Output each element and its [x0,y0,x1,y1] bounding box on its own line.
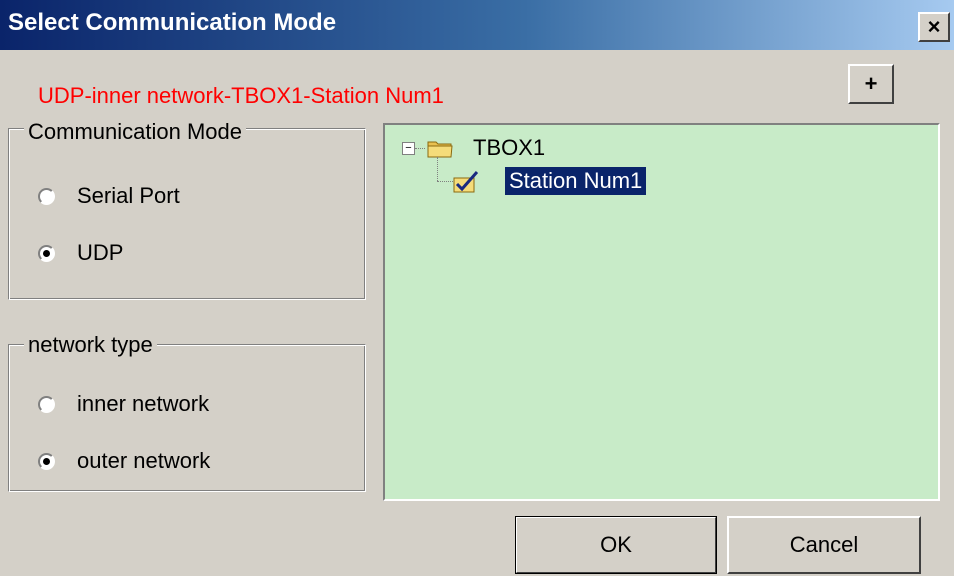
folder-icon [427,141,453,158]
window-title: Select Communication Mode [8,9,337,36]
network-type-legend: network type [24,332,157,358]
cancel-button[interactable]: Cancel [727,516,921,574]
ok-button[interactable]: OK [515,516,717,574]
radio-button[interactable] [38,244,55,262]
collapse-toggle-icon[interactable]: − [402,142,415,155]
radio-udp[interactable]: UDP [38,240,123,266]
close-button[interactable]: × [918,12,950,42]
radio-button[interactable] [38,187,55,205]
tree-connector [437,181,453,182]
cancel-button-label: Cancel [789,532,859,557]
radio-outer-network[interactable]: outer network [38,448,210,474]
tree-connector [437,157,438,181]
plus-icon: + [864,71,878,96]
close-icon: × [927,14,941,39]
radio-label: outer network [77,448,211,473]
tree-node-station-num1[interactable]: Station Num1 [505,167,647,195]
tree-connector [415,148,425,149]
radio-label: UDP [77,240,124,265]
add-button[interactable]: + [848,64,894,104]
radio-inner-network[interactable]: inner network [38,391,209,417]
communication-mode-group [8,128,366,300]
radio-label: Serial Port [77,183,180,208]
status-label: UDP-inner network-TBOX1-Station Num1 [38,83,444,108]
station-checked-icon [453,171,479,193]
radio-serial-port[interactable]: Serial Port [38,183,180,209]
radio-button[interactable] [38,395,55,413]
radio-label: inner network [77,391,210,416]
station-tree-view[interactable]: − TBOX1 Station Num1 [383,123,940,501]
title-bar[interactable]: Select Communication Mode × [0,0,954,50]
tree-node-tbox1[interactable]: TBOX1 [473,135,545,161]
ok-button-label: OK [600,532,632,557]
radio-button[interactable] [38,452,55,470]
communication-mode-legend: Communication Mode [24,119,246,145]
